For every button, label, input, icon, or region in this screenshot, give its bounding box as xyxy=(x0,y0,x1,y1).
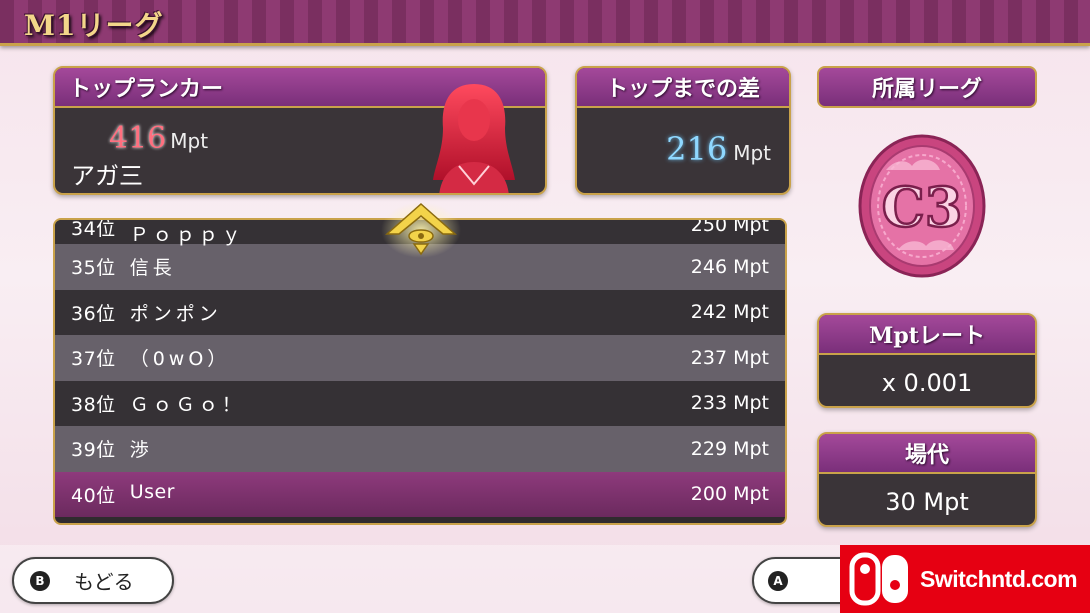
mpt-rate-heading: Mptレート xyxy=(819,315,1035,355)
row-rank: 38位 xyxy=(71,393,116,416)
table-fee-panel: 場代 30 Mpt xyxy=(817,432,1037,527)
ranking-row-5: 39位渉 229 Mpt xyxy=(55,426,785,472)
row-player-name: ＧｏＧｏ！ xyxy=(129,393,245,416)
row-points: 200 Mpt xyxy=(690,483,769,506)
mpt-rate-panel: Mptレート x 0.001 xyxy=(817,313,1037,408)
table-fee-value: 30 Mpt xyxy=(885,488,969,516)
league-medal-icon: C3 xyxy=(858,134,986,278)
row-rank: 37位 xyxy=(71,348,116,371)
row-rank: 34位 xyxy=(71,218,116,240)
ranking-row-2: 36位 ポンポン 242 Mpt xyxy=(55,289,785,335)
ranking-row-4: 38位 ＧｏＧｏ！ 233 Mpt xyxy=(55,380,785,426)
row-player-name: 信長 xyxy=(129,257,176,280)
page-title: M1リーグ xyxy=(24,9,164,42)
row-points: 233 Mpt xyxy=(690,392,769,415)
ranking-list[interactable]: 34位 Ｐｏｐｐｙ 250 Mpt 35位 信長 246 Mpt 36位 ポンポン 2… xyxy=(53,218,787,525)
watermark: Switchntd.com xyxy=(840,545,1090,613)
row-rank: 36位 xyxy=(71,302,116,325)
row-player-name: ポンポン xyxy=(129,302,222,325)
mpt-rate-value: x 0.001 xyxy=(881,369,973,397)
table-fee-heading: 場代 xyxy=(819,434,1035,474)
ranking-row-self: 40位 User 200 Mpt xyxy=(55,471,785,517)
rank-crest-icon xyxy=(381,202,461,258)
ranking-row-3: 37位 （0wO） 237 Mpt xyxy=(55,335,785,381)
switch-logo-icon xyxy=(849,552,908,606)
row-points: 229 Mpt xyxy=(690,437,769,460)
gap-heading: トップまでの差 xyxy=(577,68,789,108)
top-ranker-score-unit: Mpt xyxy=(170,129,209,153)
row-rank: 39位 xyxy=(71,439,116,462)
row-player-name: Ｐｏｐｐｙ xyxy=(129,224,245,246)
row-points: 250 Mpt xyxy=(690,218,769,236)
top-ranker-panel: トップランカー 416 Mpt アガ三 xyxy=(53,66,547,195)
top-ranker-score-value: 416 xyxy=(109,121,167,156)
player-avatar xyxy=(433,84,515,193)
row-rank: 40位 xyxy=(71,484,116,507)
gap-value-unit: Mpt xyxy=(733,141,771,165)
row-player-name: User xyxy=(129,480,175,503)
gap-value: 216 Mpt xyxy=(666,130,771,168)
row-points: 237 Mpt xyxy=(690,346,769,369)
back-button[interactable]: B もどる xyxy=(12,557,174,604)
header-bar: M1リーグ xyxy=(0,0,1090,46)
row-player-name: 渉 xyxy=(129,439,153,462)
top-ranker-score: 416 Mpt xyxy=(109,121,208,156)
gap-to-top-panel: トップまでの差 216 Mpt xyxy=(575,66,791,195)
watermark-text: Switchntd.com xyxy=(920,565,1078,592)
a-button-icon: A xyxy=(768,570,788,591)
top-ranker-name: アガ三 xyxy=(71,162,143,190)
medal-label: C3 xyxy=(882,175,963,239)
row-points: 246 Mpt xyxy=(690,255,769,278)
b-button-icon: B xyxy=(30,570,50,591)
row-player-name: （0wO） xyxy=(129,348,231,371)
gap-value-number: 216 xyxy=(666,130,728,168)
row-points: 242 Mpt xyxy=(690,301,769,324)
row-rank: 35位 xyxy=(71,257,116,280)
back-button-label: もどる xyxy=(74,570,134,594)
league-heading: 所属リーグ xyxy=(817,66,1037,108)
